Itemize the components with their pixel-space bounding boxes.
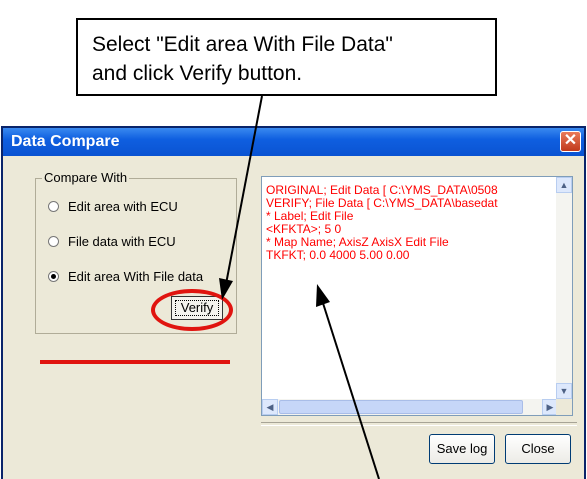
callout-arrow-head xyxy=(219,278,233,300)
log-arrow-line xyxy=(321,299,380,479)
log-arrow-head xyxy=(316,284,330,307)
annotation-arrows xyxy=(40,95,380,479)
callout-arrow-line xyxy=(225,95,263,285)
